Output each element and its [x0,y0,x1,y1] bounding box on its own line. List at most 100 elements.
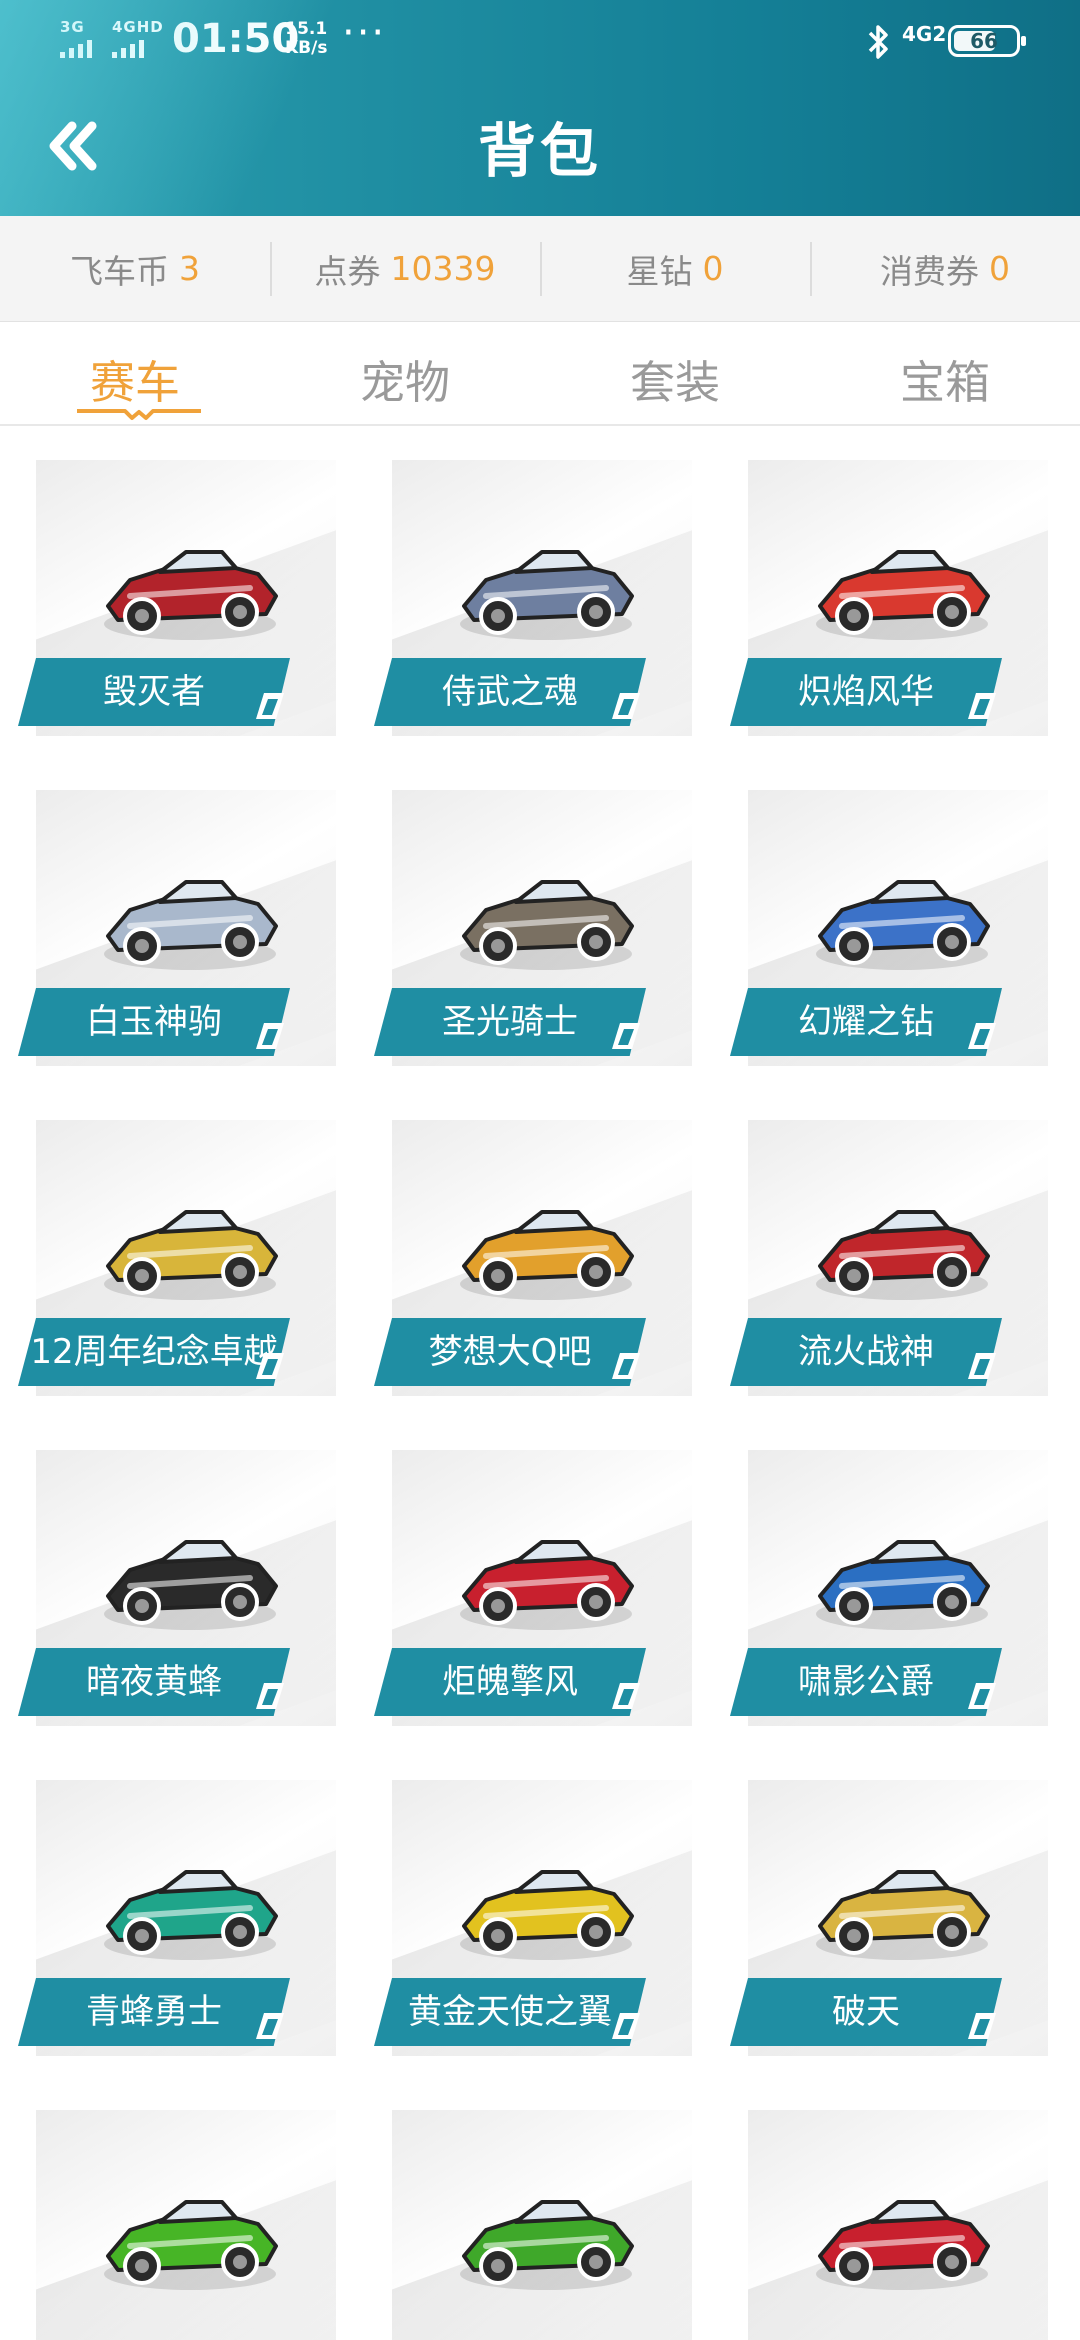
tab-pets[interactable]: 宠物 [270,322,540,424]
inventory-item-card[interactable]: 侍武之魂 [356,426,692,736]
item-name: 青蜂勇士 [86,1992,222,2032]
slash-badge-icon [256,2013,284,2039]
slash-badge-icon [256,1683,284,1709]
car-image-icon [460,550,634,640]
item-name: 流火战神 [798,1332,934,1372]
speed-unit: KB/s [285,38,328,58]
car-image-icon [816,1540,990,1630]
car-image-icon [816,1210,990,1300]
network-4g-label: 4GHD [112,18,164,36]
car-image-icon [104,1210,278,1300]
inventory-item-card[interactable]: 黄金天使之翼 [356,1746,692,2056]
item-name: 圣光骑士 [442,1002,578,1042]
slash-badge-icon [612,1683,640,1709]
item-name: 侍武之魂 [442,672,578,712]
car-image-icon [460,1870,634,1960]
inventory-item-card[interactable] [356,2076,692,2340]
slash-badge-icon [968,1353,996,1379]
car-image-icon [104,1540,278,1630]
inventory-item-card[interactable]: 炬魄擎风 [356,1416,692,1726]
inventory-item-card[interactable]: 青蜂勇士 [0,1746,336,2056]
currency-vouchers: 消费券 0 [810,216,1080,321]
slash-badge-icon [256,1023,284,1049]
car-image-icon [816,550,990,640]
slash-badge-icon [968,1683,996,1709]
inventory-item-card[interactable] [712,2076,1048,2340]
inventory-item-card[interactable]: 幻耀之钻 [712,756,1048,1066]
currency-label: 消费券 [880,251,979,291]
currency-label: 点券 [314,251,381,291]
inventory-item-card[interactable] [0,2076,336,2340]
inventory-item-card[interactable]: 圣光骑士 [356,756,692,1066]
car-image-icon [816,880,990,970]
speed-value: 15.1 [285,19,328,39]
currency-label: 星钻 [626,251,693,291]
tab-cars[interactable]: 赛车 [0,322,270,424]
car-image-icon [104,550,278,640]
page-title: 背包 [477,117,602,185]
item-name: 幻耀之钻 [798,1002,934,1042]
currency-coins: 飞车币 3 [0,216,270,321]
item-name: 啸影公爵 [798,1662,934,1702]
battery-icon: 66 [948,25,1026,57]
category-tabs: 赛车 宠物 套装 宝箱 [0,322,1080,426]
item-name: 梦想大Q吧 [428,1332,592,1372]
tab-chests[interactable]: 宝箱 [810,322,1080,424]
currency-value: 0 [989,249,1010,288]
signal-icon [112,38,144,58]
currency-points: 点券 10339 [270,216,540,321]
car-image-icon [460,880,634,970]
currency-value: 3 [179,249,200,288]
car-image-icon [104,1870,278,1960]
battery-level: 66 [970,29,998,53]
slash-badge-icon [256,693,284,719]
slash-badge-icon [968,693,996,719]
car-image-icon [816,1870,990,1960]
active-tab-indicator [77,409,201,420]
slash-badge-icon [612,693,640,719]
inventory-item-card[interactable]: 炽焰风华 [712,426,1048,736]
item-name: 12周年纪念卓越 [30,1332,278,1372]
inventory-item-card[interactable]: 流火战神 [712,1086,1048,1396]
item-name: 炽焰风华 [798,672,934,712]
slash-badge-icon [968,2013,996,2039]
item-name: 暗夜黄蜂 [86,1662,222,1702]
item-name: 黄金天使之翼 [408,1992,612,2032]
app-header: 3G 4GHD 01:50 15.1 KB/s ··· 4G2 66 背包 [0,0,1080,216]
item-name: 炬魄擎风 [442,1662,578,1702]
tab-label: 宠物 [359,356,450,409]
tab-label: 宝箱 [899,356,990,409]
more-dots: ··· [342,10,387,56]
car-image-icon [460,2200,634,2290]
inventory-item-card[interactable]: 啸影公爵 [712,1416,1048,1726]
status-bar: 3G 4GHD 01:50 15.1 KB/s ··· 4G2 66 [0,0,1080,84]
slash-badge-icon [612,2013,640,2039]
tab-label: 套装 [629,356,720,409]
car-image-icon [460,1210,634,1300]
item-name: 毁灭者 [103,672,205,712]
inventory-item-card[interactable]: 毁灭者 [0,426,336,736]
car-image-icon [816,2200,990,2290]
currency-diamonds: 星钻 0 [540,216,810,321]
inventory-item-card[interactable]: 12周年纪念卓越 [0,1086,336,1396]
item-name: 破天 [832,1992,900,2032]
inventory-item-card[interactable]: 白玉神驹 [0,756,336,1066]
currency-value: 10339 [390,249,496,288]
bluetooth-icon [868,25,888,59]
slash-badge-icon [612,1353,640,1379]
clock: 01:50 [172,16,300,62]
slash-badge-icon [256,1353,284,1379]
signal-icon [60,38,92,58]
item-name: 白玉神驹 [86,1002,222,1042]
car-image-icon [104,880,278,970]
slash-badge-icon [612,1023,640,1049]
network-speed: 15.1 KB/s [285,20,327,58]
tab-outfits[interactable]: 套装 [540,322,810,424]
inventory-item-card[interactable]: 破天 [712,1746,1048,2056]
network-4g-right-label: 4G2 [902,22,947,46]
inventory-item-card[interactable]: 梦想大Q吧 [356,1086,692,1396]
currency-label: 飞车币 [70,251,169,291]
currency-bar: 飞车币 3 点券 10339 星钻 0 消费券 0 [0,216,1080,322]
inventory-item-card[interactable]: 暗夜黄蜂 [0,1416,336,1726]
slash-badge-icon [968,1023,996,1049]
